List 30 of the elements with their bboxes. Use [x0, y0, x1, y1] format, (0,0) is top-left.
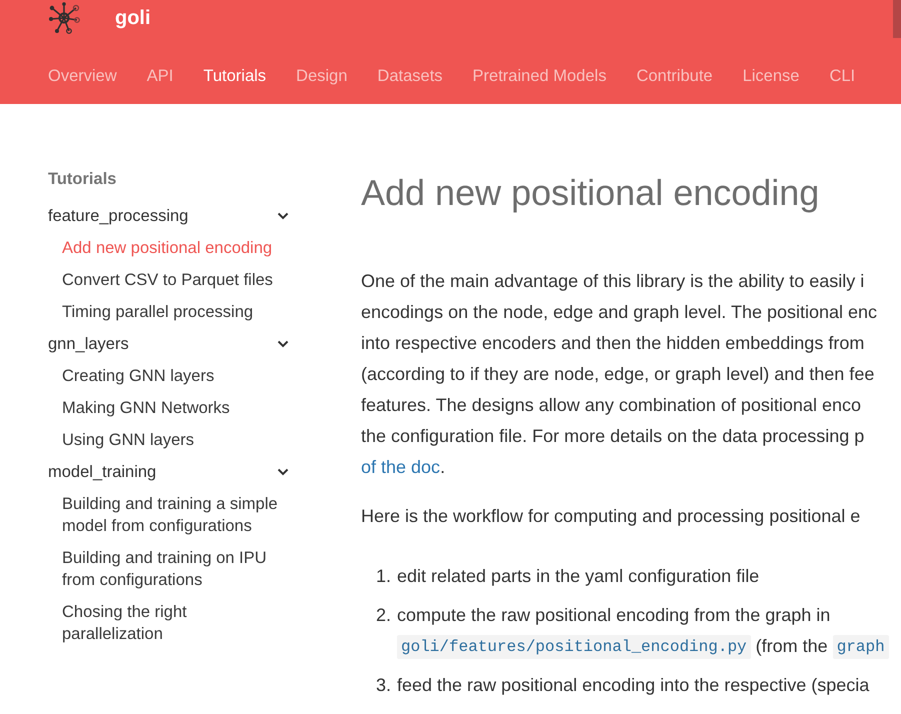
sidebar-group[interactable]: feature_processing: [48, 200, 300, 232]
doc-link[interactable]: of the doc: [361, 457, 440, 477]
step-text: (from the: [756, 635, 828, 658]
network-graph-icon[interactable]: [48, 2, 80, 34]
sidebar-link[interactable]: Add new positional encoding: [62, 232, 288, 264]
nav-tab[interactable]: Tutorials: [203, 64, 266, 88]
step-text: feed the raw positional encoding into the respective (specia: [397, 674, 870, 697]
sidebar-link[interactable]: Convert CSV to Parquet files: [62, 264, 288, 296]
intro-paragraph: One of the main advantage of this library is the ability to easily i encodings on the node, edge and graph level. The positional enc into respective encoders and then the hidden embeddings from (according to if they are node, edge, or graph level) and then fee features. The designs allow any combination of positional enco the configuration file. For more details on the data processing p of the doc.: [361, 270, 878, 479]
sidebar-link[interactable]: Timing parallel processing: [62, 296, 288, 328]
step-number: 3.: [374, 674, 391, 697]
step-text: edit related parts in the yaml configuration file: [397, 565, 760, 588]
page-title: Add new positional encoding: [361, 171, 820, 215]
sidebar-link[interactable]: Making GNN Networks: [62, 392, 288, 424]
workflow-intro: Here is the workflow for computing and processing positional e: [361, 505, 862, 528]
inline-code: graph: [832, 634, 889, 658]
sidebar-group[interactable]: gnn_layers: [48, 328, 300, 360]
sidebar-group[interactable]: model_training: [48, 456, 300, 488]
sidebar-link[interactable]: Using GNN layers: [62, 424, 288, 456]
sidebar-link[interactable]: Chosing the right parallelization: [62, 596, 288, 650]
step-text: compute the raw positional encoding from the graph in: [397, 604, 830, 627]
scrollbar-thumb[interactable]: [893, 0, 901, 38]
site-title[interactable]: goli: [115, 6, 151, 30]
sidebar-link[interactable]: Building and training on IPU from configurations: [62, 542, 288, 596]
sidebar-heading: Tutorials: [48, 169, 118, 190]
step-number: 2.: [374, 604, 391, 627]
sidebar-link[interactable]: Creating GNN layers: [62, 360, 288, 392]
step-number: 1.: [374, 565, 391, 588]
sidebar-link[interactable]: Building and training a simple model from configurations: [62, 488, 288, 542]
inline-code: goli/features/positional_encoding.py: [397, 634, 751, 658]
